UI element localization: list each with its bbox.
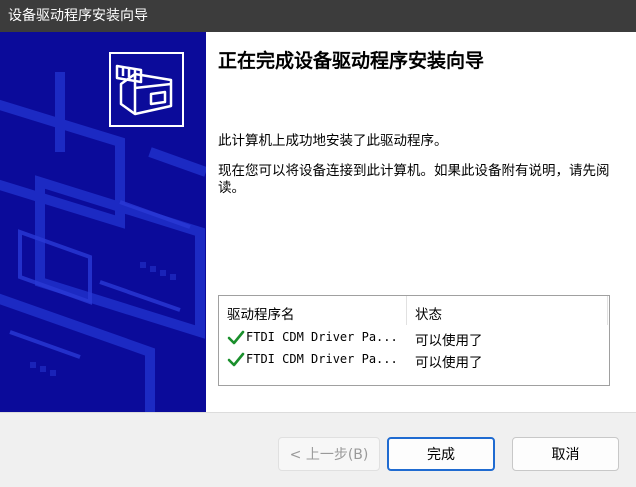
title-bar: 设备驱动程序安装向导 xyxy=(0,0,636,32)
checkmark-icon xyxy=(227,330,245,345)
driver-name: FTDI CDM Driver Pa... xyxy=(246,330,398,344)
page-title: 正在完成设备驱动程序安装向导 xyxy=(218,50,485,72)
driver-name: FTDI CDM Driver Pa... xyxy=(246,352,398,366)
window-title: 设备驱动程序安装向导 xyxy=(8,8,148,24)
wizard-content: 正在完成设备驱动程序安装向导 此计算机上成功地安装了此驱动程序。 现在您可以将设… xyxy=(0,32,636,412)
driver-status: 可以使用了 xyxy=(415,333,483,349)
checkmark-icon xyxy=(227,352,245,367)
button-bar: < 上一步(B) 完成 取消 xyxy=(0,412,636,487)
success-message: 此计算机上成功地安装了此驱动程序。 xyxy=(218,133,448,149)
table-row[interactable]: FTDI CDM Driver Pa... 可以使用了 xyxy=(219,328,609,349)
column-divider[interactable] xyxy=(406,296,407,325)
cancel-button[interactable]: 取消 xyxy=(512,437,619,471)
finish-button[interactable]: 完成 xyxy=(387,437,495,471)
wizard-sidebar-banner xyxy=(0,32,206,412)
list-header: 驱动程序名 状态 xyxy=(219,296,609,325)
hardware-install-icon xyxy=(109,52,184,127)
column-header-status[interactable]: 状态 xyxy=(415,303,442,323)
column-header-driver-name[interactable]: 驱动程序名 xyxy=(227,303,295,323)
driver-list[interactable]: 驱动程序名 状态 FTDI CDM Driver Pa... 可以使用了 FTD… xyxy=(218,295,610,386)
column-divider[interactable] xyxy=(607,296,608,325)
instruction-message: 现在您可以将设备连接到此计算机。如果此设备附有说明，请先阅读。 xyxy=(218,163,610,196)
driver-status: 可以使用了 xyxy=(415,355,483,371)
back-button[interactable]: < 上一步(B) xyxy=(278,437,380,471)
table-row[interactable]: FTDI CDM Driver Pa... 可以使用了 xyxy=(219,350,609,371)
